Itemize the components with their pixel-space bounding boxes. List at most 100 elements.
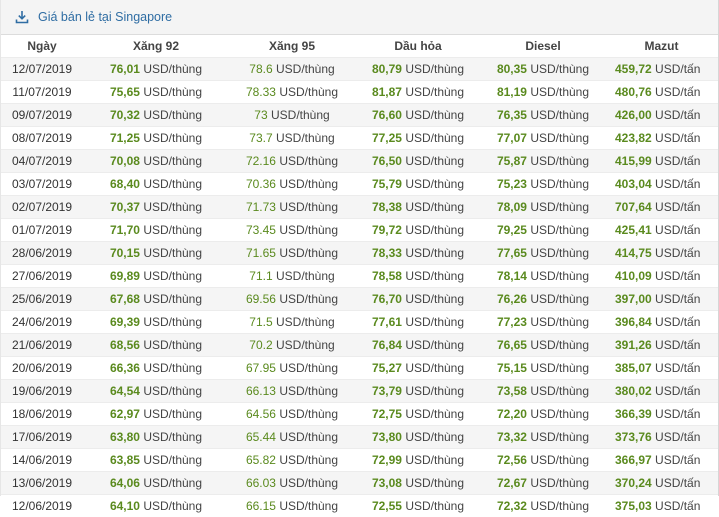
table-cell: 76,26 USD/thùng: [481, 288, 605, 311]
cell-kerosene-value: 72,99: [372, 453, 402, 467]
cell-kerosene-value: 78,33: [372, 246, 402, 260]
cell-diesel-unit: USD/thùng: [530, 85, 589, 99]
table-cell: 71,70 USD/thùng: [83, 219, 229, 242]
cell-x92-value: 68,56: [110, 338, 140, 352]
table-cell: 459,72 USD/tấn: [605, 58, 718, 81]
table-cell: 77,61 USD/thùng: [355, 311, 481, 334]
cell-date: 28/06/2019: [12, 246, 72, 260]
cell-mazut-value: 414,75: [615, 246, 652, 260]
cell-diesel-unit: USD/thùng: [530, 200, 589, 214]
table-header-row: Ngày Xăng 92 Xăng 95 Dầu hỏa Diesel Mazu…: [1, 35, 718, 58]
table-cell: 78.33 USD/thùng: [229, 81, 355, 104]
cell-mazut-unit: USD/tấn: [655, 269, 700, 283]
cell-x92-unit: USD/thùng: [143, 430, 202, 444]
table-cell: 73 USD/thùng: [229, 104, 355, 127]
table-cell: 19/06/2019: [1, 380, 83, 403]
cell-x92-unit: USD/thùng: [143, 338, 202, 352]
cell-diesel-unit: USD/thùng: [530, 476, 589, 490]
table-cell: 415,99 USD/tấn: [605, 150, 718, 173]
table-cell: 72,67 USD/thùng: [481, 472, 605, 495]
cell-x95-value: 66.15: [246, 499, 276, 513]
download-icon[interactable]: [15, 10, 29, 24]
table-cell: 65.44 USD/thùng: [229, 426, 355, 449]
table-row: 25/06/201967,68 USD/thùng69.56 USD/thùng…: [1, 288, 718, 311]
cell-kerosene-unit: USD/thùng: [405, 200, 464, 214]
table-cell: 80,35 USD/thùng: [481, 58, 605, 81]
cell-date: 12/07/2019: [12, 62, 72, 76]
table-cell: 72,75 USD/thùng: [355, 403, 481, 426]
table-cell: 370,24 USD/tấn: [605, 472, 718, 495]
table-cell: 68,40 USD/thùng: [83, 173, 229, 196]
table-cell: 76,70 USD/thùng: [355, 288, 481, 311]
cell-x95-unit: USD/thùng: [279, 85, 338, 99]
cell-date: 11/07/2019: [12, 85, 71, 99]
table-cell: 71.73 USD/thùng: [229, 196, 355, 219]
cell-diesel-value: 77,07: [497, 131, 527, 145]
table-cell: 25/06/2019: [1, 288, 83, 311]
cell-x95-unit: USD/thùng: [279, 292, 338, 306]
cell-diesel-unit: USD/thùng: [530, 108, 589, 122]
cell-mazut-unit: USD/tấn: [655, 223, 700, 237]
table-cell: 69,39 USD/thùng: [83, 311, 229, 334]
cell-kerosene-unit: USD/thùng: [405, 499, 464, 513]
table-cell: 72,56 USD/thùng: [481, 449, 605, 472]
cell-kerosene-unit: USD/thùng: [405, 62, 464, 76]
cell-x92-unit: USD/thùng: [143, 384, 202, 398]
cell-x95-unit: USD/thùng: [276, 131, 335, 145]
table-row: 27/06/201969,89 USD/thùng71.1 USD/thùng7…: [1, 265, 718, 288]
cell-x95-value: 69.56: [246, 292, 276, 306]
cell-diesel-unit: USD/thùng: [530, 453, 589, 467]
cell-x95-value: 66.13: [246, 384, 276, 398]
table-row: 13/06/201964,06 USD/thùng66.03 USD/thùng…: [1, 472, 718, 495]
table-cell: 425,41 USD/tấn: [605, 219, 718, 242]
cell-mazut-unit: USD/tấn: [655, 315, 700, 329]
cell-mazut-value: 373,76: [615, 430, 652, 444]
cell-kerosene-value: 77,25: [372, 131, 402, 145]
table-cell: 70.36 USD/thùng: [229, 173, 355, 196]
table-cell: 65.82 USD/thùng: [229, 449, 355, 472]
table-cell: 75,87 USD/thùng: [481, 150, 605, 173]
table-row: 28/06/201970,15 USD/thùng71.65 USD/thùng…: [1, 242, 718, 265]
cell-diesel-value: 79,25: [497, 223, 527, 237]
cell-mazut-unit: USD/tấn: [655, 200, 700, 214]
table-cell: 707,64 USD/tấn: [605, 196, 718, 219]
table-cell: 11/07/2019: [1, 81, 83, 104]
cell-x92-unit: USD/thùng: [143, 131, 202, 145]
cell-x92-unit: USD/thùng: [143, 85, 202, 99]
table-cell: 70.2 USD/thùng: [229, 334, 355, 357]
cell-diesel-value: 77,65: [497, 246, 527, 260]
cell-date: 18/06/2019: [12, 407, 72, 421]
table-cell: 66.13 USD/thùng: [229, 380, 355, 403]
table-cell: 403,04 USD/tấn: [605, 173, 718, 196]
cell-mazut-value: 423,82: [615, 131, 652, 145]
cell-x95-value: 70.36: [246, 177, 276, 191]
cell-diesel-unit: USD/thùng: [530, 315, 589, 329]
col-header-kerosene: Dầu hỏa: [355, 35, 481, 58]
cell-date: 08/07/2019: [12, 131, 72, 145]
cell-kerosene-value: 77,61: [372, 315, 402, 329]
cell-mazut-unit: USD/tấn: [655, 177, 700, 191]
cell-x92-unit: USD/thùng: [143, 246, 202, 260]
col-header-date: Ngày: [1, 35, 83, 58]
cell-mazut-unit: USD/tấn: [655, 154, 700, 168]
cell-kerosene-unit: USD/thùng: [405, 315, 464, 329]
cell-x92-value: 66,36: [110, 361, 140, 375]
table-cell: 73,79 USD/thùng: [355, 380, 481, 403]
table-cell: 63,80 USD/thùng: [83, 426, 229, 449]
cell-date: 17/06/2019: [12, 430, 72, 444]
cell-date: 25/06/2019: [12, 292, 72, 306]
cell-x95-value: 71.73: [246, 200, 276, 214]
cell-x92-unit: USD/thùng: [143, 315, 202, 329]
cell-diesel-value: 81,19: [497, 85, 527, 99]
table-cell: 64.56 USD/thùng: [229, 403, 355, 426]
table-cell: 385,07 USD/tấn: [605, 357, 718, 380]
table-cell: 77,07 USD/thùng: [481, 127, 605, 150]
table-cell: 78,14 USD/thùng: [481, 265, 605, 288]
cell-diesel-unit: USD/thùng: [530, 177, 589, 191]
cell-mazut-unit: USD/tấn: [655, 338, 700, 352]
cell-diesel-value: 73,58: [497, 384, 527, 398]
cell-date: 14/06/2019: [12, 453, 72, 467]
cell-x95-unit: USD/thùng: [276, 315, 335, 329]
cell-x92-value: 70,32: [110, 108, 140, 122]
cell-diesel-value: 80,35: [497, 62, 527, 76]
